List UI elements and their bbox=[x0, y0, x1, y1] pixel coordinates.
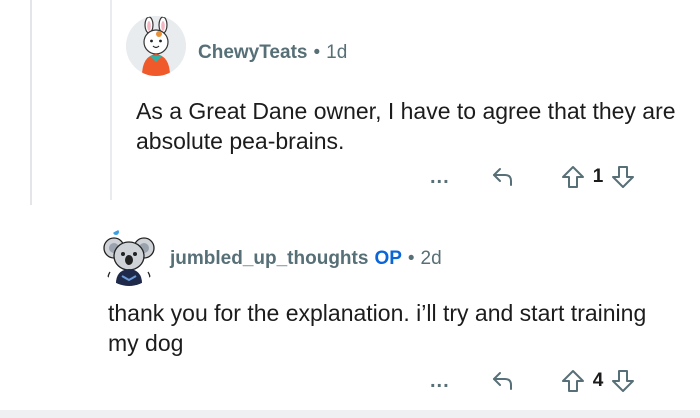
comment-meta: jumbled_up_thoughts OP • 2d bbox=[170, 248, 442, 270]
meta-separator: • bbox=[313, 42, 321, 63]
upvote-icon[interactable] bbox=[560, 164, 586, 190]
username-link[interactable]: ChewyTeats bbox=[198, 42, 307, 64]
bottom-divider bbox=[0, 410, 700, 418]
vote-count: 1 bbox=[592, 166, 604, 187]
comment-actions: ... 4 bbox=[430, 368, 636, 394]
avatar[interactable] bbox=[126, 16, 186, 76]
upvote-icon[interactable] bbox=[560, 368, 586, 394]
reply-icon[interactable] bbox=[490, 164, 516, 190]
username-link[interactable]: jumbled_up_thoughts bbox=[170, 248, 368, 270]
more-options-icon[interactable]: ... bbox=[430, 166, 470, 189]
downvote-icon[interactable] bbox=[610, 368, 636, 394]
thread-line-outer bbox=[30, 0, 32, 205]
timestamp[interactable]: 2d bbox=[421, 248, 442, 270]
bunny-avatar-icon bbox=[126, 16, 186, 76]
more-options-icon[interactable]: ... bbox=[430, 370, 470, 393]
comment-body: thank you for the explanation. i’ll try … bbox=[108, 300, 647, 356]
comment-body: As a Great Dane owner, I have to agree t… bbox=[136, 98, 676, 154]
timestamp[interactable]: 1d bbox=[326, 42, 347, 64]
avatar[interactable] bbox=[100, 228, 158, 286]
comment-actions: ... 1 bbox=[430, 164, 636, 190]
meta-separator: • bbox=[407, 248, 415, 269]
op-badge: OP bbox=[374, 248, 402, 269]
comment-meta: ChewyTeats • 1d bbox=[198, 42, 347, 64]
koala-avatar-icon bbox=[103, 229, 155, 286]
downvote-icon[interactable] bbox=[610, 164, 636, 190]
vote-count: 4 bbox=[592, 370, 604, 391]
thread-line-inner bbox=[110, 0, 112, 200]
reply-icon[interactable] bbox=[490, 368, 516, 394]
